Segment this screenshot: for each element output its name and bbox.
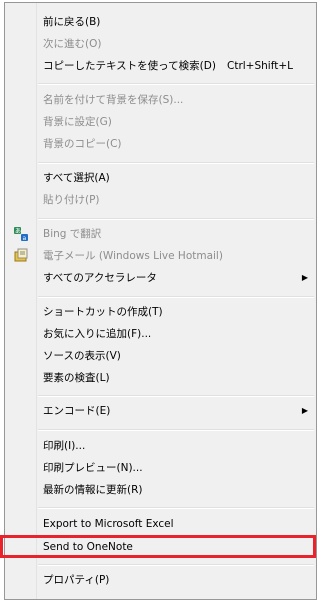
menu-item-print-preview[interactable]: 印刷プレビュー(N)... <box>5 457 316 479</box>
email-icon <box>13 248 29 264</box>
menu-item-label: 前に戻る(B) <box>43 16 101 28</box>
svg-text:あ: あ <box>15 228 21 235</box>
menu-item-label: Export to Microsoft Excel <box>43 518 174 530</box>
menu-item-set-background[interactable]: 背景に設定(G) <box>5 111 316 133</box>
menu-item-label: コピーしたテキストを使って検索(D) <box>43 60 216 72</box>
menu-item-label: 名前を付けて背景を保存(S)... <box>43 94 184 106</box>
menu-item-label: プロパティ(P) <box>43 574 110 586</box>
menu-item-all-accelerators[interactable]: すべてのアクセラレータ ▶ <box>5 267 316 289</box>
menu-item-print[interactable]: 印刷(I)... <box>5 435 316 457</box>
menu-separator <box>38 218 314 220</box>
menu-item-forward[interactable]: 次に進む(O) <box>5 33 316 55</box>
menu-item-label: 背景のコピー(C) <box>43 138 122 150</box>
menu-item-add-favorites[interactable]: お気に入りに追加(F)... <box>5 323 316 345</box>
menu-item-shortcut: Ctrl+Shift+L <box>227 60 293 72</box>
menu-item-label: 背景に設定(G) <box>43 116 112 128</box>
menu-item-label: 電子メール (Windows Live Hotmail) <box>43 250 223 262</box>
menu-item-label: 貼り付け(P) <box>43 194 100 206</box>
annotation-highlight-box <box>0 535 316 558</box>
menu-item-bing-translate[interactable]: あ a Bing で翻訳 <box>5 223 316 245</box>
menu-item-encoding[interactable]: エンコード(E) ▶ <box>5 400 316 422</box>
menu-item-paste[interactable]: 貼り付け(P) <box>5 189 316 211</box>
menu-item-select-all[interactable]: すべて選択(A) <box>5 167 316 189</box>
submenu-arrow-icon: ▶ <box>301 273 308 282</box>
menu-item-inspect-element[interactable]: 要素の検査(L) <box>5 367 316 389</box>
svg-text:a: a <box>23 235 27 242</box>
menu-item-copy-search[interactable]: コピーしたテキストを使って検索(D) Ctrl+Shift+L <box>5 55 316 77</box>
menu-separator <box>38 296 314 298</box>
menu-item-email[interactable]: 電子メール (Windows Live Hotmail) <box>5 245 316 267</box>
menu-item-label: すべて選択(A) <box>43 172 110 184</box>
menu-item-label: 印刷(I)... <box>43 440 86 452</box>
submenu-arrow-icon: ▶ <box>301 406 308 415</box>
menu-item-label: 次に進む(O) <box>43 38 102 50</box>
menu-item-label: お気に入りに追加(F)... <box>43 328 152 340</box>
menu-item-label: エンコード(E) <box>43 405 111 417</box>
menu-item-label: 印刷プレビュー(N)... <box>43 462 143 474</box>
menu-item-label: Bing で翻訳 <box>43 228 102 240</box>
menu-item-save-background[interactable]: 名前を付けて背景を保存(S)... <box>5 89 316 111</box>
menu-item-properties[interactable]: プロパティ(P) <box>5 569 316 591</box>
menu-item-refresh[interactable]: 最新の情報に更新(R) <box>5 479 316 501</box>
menu-item-copy-background[interactable]: 背景のコピー(C) <box>5 133 316 155</box>
menu-item-label: 最新の情報に更新(R) <box>43 484 143 496</box>
menu-separator <box>38 162 314 164</box>
menu-separator <box>38 395 314 397</box>
menu-item-back[interactable]: 前に戻る(B) <box>5 11 316 33</box>
menu-separator <box>38 507 314 509</box>
menu-item-create-shortcut[interactable]: ショートカットの作成(T) <box>5 301 316 323</box>
menu-item-label: すべてのアクセラレータ <box>43 272 157 284</box>
bing-translate-icon: あ a <box>13 226 29 242</box>
menu-item-label: 要素の検査(L) <box>43 372 110 384</box>
menu-item-export-excel[interactable]: Export to Microsoft Excel <box>5 513 316 535</box>
context-menu: 前に戻る(B) 次に進む(O) コピーしたテキストを使って検索(D) Ctrl+… <box>4 2 317 600</box>
menu-item-label: ソースの表示(V) <box>43 350 121 362</box>
menu-separator <box>38 429 314 431</box>
menu-separator <box>38 83 314 85</box>
menu-item-view-source[interactable]: ソースの表示(V) <box>5 345 316 367</box>
menu-item-label: ショートカットの作成(T) <box>43 306 163 318</box>
menu-separator <box>38 564 314 566</box>
